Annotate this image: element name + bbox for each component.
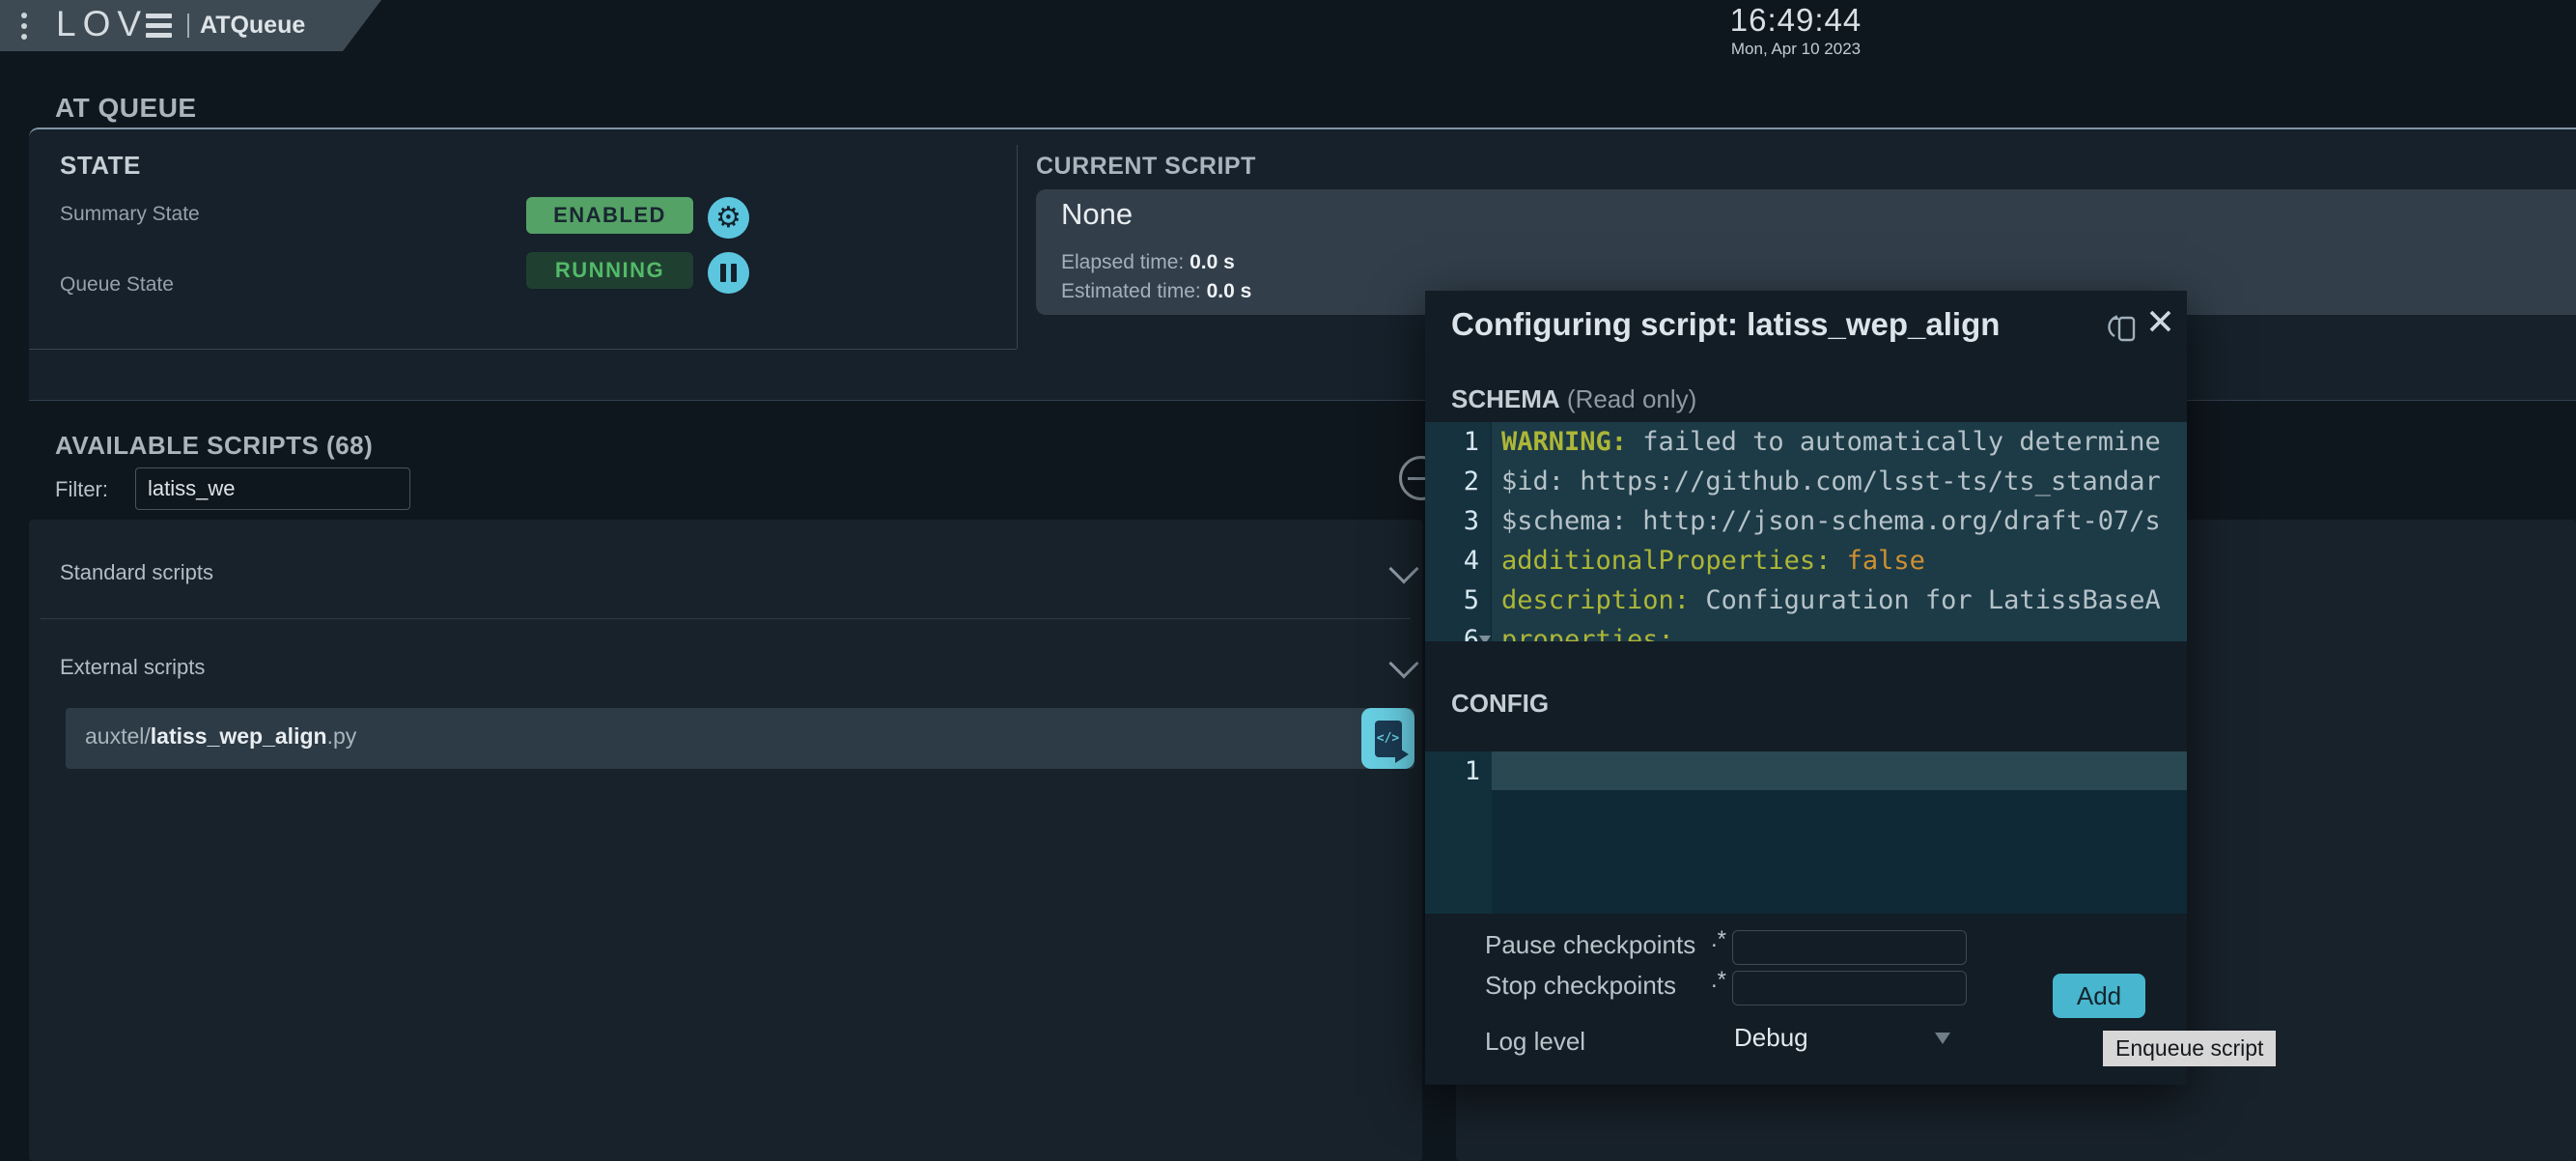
group-divider xyxy=(41,618,1411,619)
add-button[interactable]: Add xyxy=(2053,974,2145,1018)
play-icon xyxy=(1395,746,1409,763)
line-number: 3 xyxy=(1425,501,1491,541)
queue-state-badge: RUNNING xyxy=(526,252,693,289)
gear-icon: ⚙ xyxy=(715,204,742,233)
love-logo: LOV xyxy=(56,4,148,44)
modal-title: Configuring script: latiss_wep_align xyxy=(1451,306,2000,343)
top-bar: LOV ATQueue xyxy=(0,0,579,51)
queue-state-label: Queue State xyxy=(60,273,174,297)
estimated-time-row: Estimated time: 0.0 s xyxy=(1061,280,1251,303)
line-number: 4 xyxy=(1425,541,1491,580)
schema-readonly-note: (Read only) xyxy=(1567,384,1696,413)
schema-line-numbers: 123456 xyxy=(1425,422,1492,641)
code-line: $schema: http://json-schema.org/draft-07… xyxy=(1492,501,2187,541)
resize-modal-icon[interactable] xyxy=(2105,310,2142,347)
love-logo-e-icon xyxy=(146,14,172,42)
pause-icon xyxy=(720,264,737,282)
summary-state-settings-button[interactable]: ⚙ xyxy=(708,197,749,239)
summary-state-badge: ENABLED xyxy=(526,197,693,234)
clock: 16:49:44 Mon, Apr 10 2023 xyxy=(1725,2,1866,59)
schema-editor[interactable]: 123456 WARNING: failed to automatically … xyxy=(1425,422,2187,641)
line-number: 6 xyxy=(1425,620,1491,641)
chevron-down-icon[interactable] xyxy=(1388,553,1418,583)
config-line-numbers: 1 xyxy=(1425,751,1492,914)
state-heading: STATE xyxy=(60,151,141,181)
summary-state-label: Summary State xyxy=(60,203,200,226)
configure-script-modal: Configuring script: latiss_wep_align ✕ S… xyxy=(1425,291,2187,1085)
estimated-time-label: Estimated time: xyxy=(1061,280,1201,302)
script-row-latiss-wep-align[interactable]: auxtel/latiss_wep_align.py </> xyxy=(66,708,1414,769)
close-icon[interactable]: ✕ xyxy=(2145,304,2175,340)
filter-label: Filter: xyxy=(55,477,108,502)
column-divider xyxy=(1017,145,1018,349)
standard-scripts-group[interactable]: Standard scripts xyxy=(60,560,213,585)
state-divider xyxy=(29,349,1017,350)
code-line: properties: xyxy=(1492,620,2187,641)
view-title: ATQueue xyxy=(200,12,305,40)
filter-input[interactable] xyxy=(135,467,410,510)
kebab-menu-icon[interactable] xyxy=(21,13,27,44)
script-path: auxtel/latiss_wep_align.py xyxy=(85,723,356,750)
line-number: 2 xyxy=(1425,462,1491,501)
page-title: AT QUEUE xyxy=(55,93,197,124)
scripts-list-panel: Standard scripts External scripts auxtel… xyxy=(29,520,1422,1161)
chevron-down-icon[interactable] xyxy=(1388,648,1418,678)
schema-heading: SCHEMA (Read only) xyxy=(1451,384,1696,414)
stop-checkpoints-label: Stop checkpoints xyxy=(1485,971,1676,1001)
current-script-heading: CURRENT SCRIPT xyxy=(1036,153,1256,181)
clock-date: Mon, Apr 10 2023 xyxy=(1725,40,1866,59)
enqueue-script-tooltip: Enqueue script xyxy=(2103,1031,2276,1066)
pause-checkpoints-input[interactable] xyxy=(1732,930,1967,965)
script-prefix: auxtel/ xyxy=(85,723,151,749)
configure-script-button[interactable]: </> xyxy=(1361,708,1414,769)
dropdown-caret-icon[interactable] xyxy=(1935,1033,1950,1044)
line-number: 5 xyxy=(1425,580,1491,620)
stop-regex-hint: .* xyxy=(1711,967,1726,994)
current-script-name: None xyxy=(1061,197,1133,232)
schema-code: WARNING: failed to automatically determi… xyxy=(1492,422,2187,641)
script-ext: .py xyxy=(327,723,357,749)
clock-time: 16:49:44 xyxy=(1725,2,1866,39)
elapsed-time-label: Elapsed time: xyxy=(1061,251,1184,273)
active-line-highlight xyxy=(1492,751,2187,790)
log-level-label: Log level xyxy=(1485,1027,1585,1057)
script-code-icon: </> xyxy=(1375,721,1402,757)
code-line: WARNING: failed to automatically determi… xyxy=(1492,422,2187,462)
available-scripts-heading: AVAILABLE SCRIPTS (68) xyxy=(55,431,373,461)
elapsed-time-row: Elapsed time: 0.0 s xyxy=(1061,251,1235,274)
queue-pause-button[interactable] xyxy=(708,252,749,294)
log-level-select[interactable]: Debug xyxy=(1734,1023,1808,1053)
at-queue-panel: STATE Summary State ENABLED ⚙ Queue Stat… xyxy=(29,127,2576,401)
code-line: additionalProperties: false xyxy=(1492,541,2187,580)
estimated-time-value: 0.0 s xyxy=(1207,280,1252,302)
code-line: $id: https://github.com/lsst-ts/ts_stand… xyxy=(1492,462,2187,501)
line-number: 1 xyxy=(1425,422,1491,462)
line-number: 1 xyxy=(1425,751,1492,791)
code-line: description: Configuration for LatissBas… xyxy=(1492,580,2187,620)
elapsed-time-value: 0.0 s xyxy=(1190,251,1235,273)
fold-caret-icon[interactable] xyxy=(1479,636,1491,641)
script-name: latiss_wep_align xyxy=(151,723,327,749)
external-scripts-group[interactable]: External scripts xyxy=(60,655,205,680)
stop-checkpoints-input[interactable] xyxy=(1732,971,1967,1005)
logo-separator xyxy=(187,14,189,38)
config-code[interactable] xyxy=(1492,751,2187,914)
config-heading: CONFIG xyxy=(1451,689,1549,719)
config-editor[interactable]: 1 xyxy=(1425,751,2187,914)
pause-regex-hint: .* xyxy=(1711,926,1726,953)
pause-checkpoints-label: Pause checkpoints xyxy=(1485,930,1695,960)
